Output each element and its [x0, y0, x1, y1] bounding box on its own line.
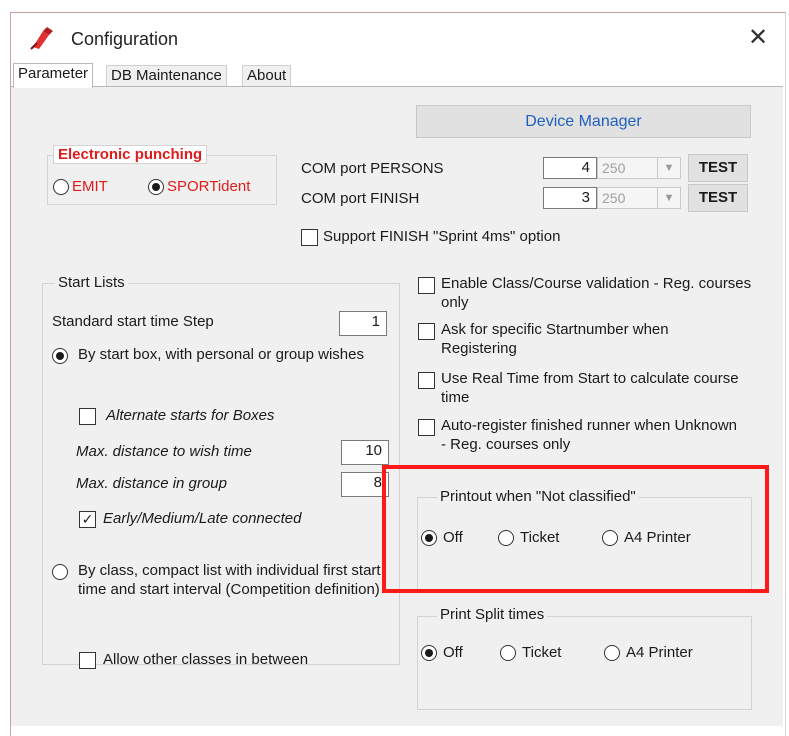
- ask-startnumber-label: Ask for specific Startnumber when Regist…: [441, 321, 669, 357]
- window-title: Configuration: [71, 29, 179, 49]
- chevron-down-icon: ▼: [657, 158, 680, 178]
- com-persons-label: COM port PERSONS: [301, 160, 444, 177]
- print-split-times-title: Print Split times: [437, 606, 548, 623]
- auto-register-checkbox[interactable]: [418, 419, 435, 436]
- title-bar: Configuration ✕: [11, 13, 785, 63]
- step-label: Standard start time Step: [52, 313, 214, 330]
- print-split-times-group: [417, 616, 752, 710]
- alternate-starts-checkbox[interactable]: [79, 408, 96, 425]
- by-class-radio[interactable]: [52, 564, 68, 580]
- com-persons-input[interactable]: 4: [543, 157, 597, 179]
- com-finish-label: COM port FINISH: [301, 190, 420, 207]
- emit-radio[interactable]: [53, 179, 69, 195]
- step-input[interactable]: 1: [339, 311, 387, 336]
- allow-other-label: Allow other classes in between: [103, 651, 309, 668]
- by-start-box-radio[interactable]: [52, 348, 68, 364]
- split-a4-label: A4 Printer: [626, 644, 693, 661]
- enable-validation-label: Enable Class/Course validation - Reg. co…: [441, 275, 752, 311]
- split-ticket-label: Ticket: [522, 644, 562, 661]
- alternate-starts-label: Alternate starts for Boxes: [106, 407, 275, 424]
- real-time-label: Use Real Time from Start to calculate co…: [441, 370, 739, 406]
- sprint-label: Support FINISH "Sprint 4ms" option: [323, 228, 561, 245]
- start-lists-title: Start Lists: [55, 274, 128, 291]
- device-manager-button[interactable]: Device Manager: [416, 105, 751, 138]
- real-time-checkbox[interactable]: [418, 372, 435, 389]
- split-a4-radio[interactable]: [604, 645, 620, 661]
- electronic-punching-title: Electronic punching: [53, 145, 208, 164]
- tab-strip: Parameter DB Maintenance About: [11, 63, 785, 88]
- allow-other-checkbox[interactable]: [79, 652, 96, 669]
- enable-validation-checkbox[interactable]: [418, 277, 435, 294]
- early-medium-late-checkbox[interactable]: ✓: [79, 511, 96, 528]
- max-wish-input[interactable]: 10: [341, 440, 389, 465]
- com-persons-baud-value: 250: [602, 160, 626, 176]
- sportident-label: SPORTident: [167, 178, 251, 195]
- early-medium-late-label: Early/Medium/Late connected: [103, 510, 302, 527]
- parameter-panel: Device Manager Electronic punching EMIT …: [11, 86, 783, 727]
- chevron-down-icon: ▼: [657, 188, 680, 208]
- auto-register-label: Auto-register finished runner when Unkno…: [441, 417, 737, 453]
- tab-db-maintenance[interactable]: DB Maintenance: [106, 65, 227, 86]
- com-finish-input[interactable]: 3: [543, 187, 597, 209]
- com-finish-baud-select[interactable]: 250 ▼: [597, 187, 681, 209]
- by-class-label: By class, compact list with individual f…: [78, 562, 381, 598]
- emit-label: EMIT: [72, 178, 108, 195]
- by-start-box-label: By start box, with personal or group wis…: [78, 346, 364, 363]
- split-ticket-radio[interactable]: [500, 645, 516, 661]
- split-off-label: Off: [443, 644, 463, 661]
- configuration-window: Configuration ✕ Parameter DB Maintenance…: [10, 12, 786, 736]
- close-icon[interactable]: ✕: [743, 23, 773, 53]
- com-finish-baud-value: 250: [602, 190, 626, 206]
- ask-startnumber-checkbox[interactable]: [418, 323, 435, 340]
- split-off-radio[interactable]: [421, 645, 437, 661]
- test-persons-button[interactable]: TEST: [688, 154, 748, 182]
- pen-tool-icon: [30, 27, 53, 50]
- max-group-label: Max. distance in group: [76, 475, 227, 492]
- max-wish-label: Max. distance to wish time: [76, 443, 252, 460]
- highlight-annotation: [382, 465, 769, 593]
- tab-about[interactable]: About: [242, 65, 292, 86]
- tab-parameter[interactable]: Parameter: [13, 63, 94, 88]
- com-persons-baud-select[interactable]: 250 ▼: [597, 157, 681, 179]
- test-finish-button[interactable]: TEST: [688, 184, 748, 212]
- sportident-radio[interactable]: [148, 179, 164, 195]
- sprint-checkbox[interactable]: [301, 229, 318, 246]
